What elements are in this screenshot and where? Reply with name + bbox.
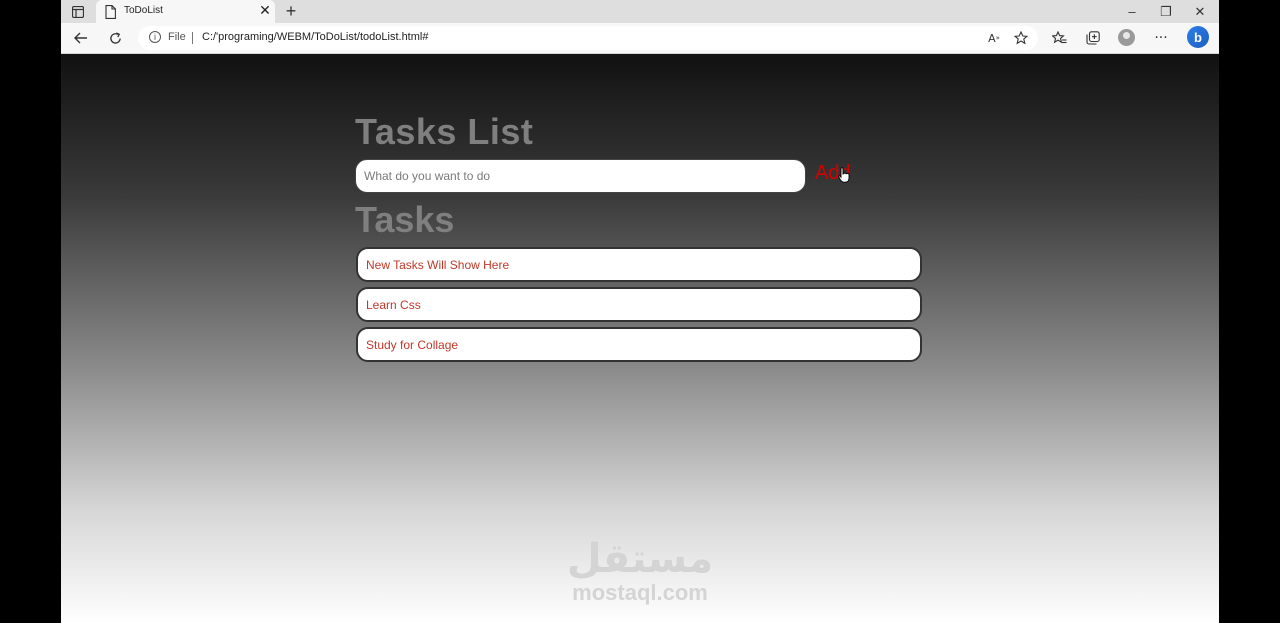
close-tab-icon[interactable]: ✕	[258, 3, 272, 19]
close-window-button[interactable]: ✕	[1183, 0, 1217, 23]
active-tab[interactable]: ToDoList ✕	[96, 0, 275, 23]
tasks-heading: Tasks	[355, 199, 455, 240]
hand-cursor-icon	[838, 167, 850, 183]
info-icon[interactable]: i	[149, 31, 161, 43]
watermark: مستقل mostaql.com	[61, 537, 1219, 605]
task-input[interactable]	[355, 159, 806, 193]
new-tab-button[interactable]: +	[281, 1, 301, 21]
browser-window: ToDoList ✕ + – ❐ ✕ i File C:/'programing…	[61, 0, 1219, 623]
back-arrow-icon[interactable]	[70, 27, 92, 49]
task-item[interactable]: Learn Css	[356, 287, 922, 322]
tab-strip: ToDoList ✕ + – ❐ ✕	[61, 0, 1219, 23]
task-item[interactable]: Study for Collage	[356, 327, 922, 362]
read-aloud-icon[interactable]: A»	[983, 27, 1005, 49]
task-list: New Tasks Will Show Here Learn Css Study…	[356, 247, 922, 367]
address-bar[interactable]: i File C:/'programing/WEBM/ToDoList/todo…	[138, 26, 1038, 50]
more-options-icon[interactable]: ···	[1150, 27, 1172, 49]
favorite-star-icon[interactable]	[1010, 27, 1032, 49]
file-label: File	[168, 31, 186, 43]
bing-chat-icon[interactable]: b	[1187, 26, 1209, 48]
minimize-button[interactable]: –	[1115, 0, 1149, 23]
page-content: Tasks List Add Tasks New Tasks Will Show…	[61, 54, 1219, 623]
browser-toolbar: i File C:/'programing/WEBM/ToDoList/todo…	[61, 23, 1219, 54]
profile-avatar-icon[interactable]	[1118, 29, 1135, 46]
url-text[interactable]: C:/'programing/WEBM/ToDoList/todoList.ht…	[202, 31, 428, 43]
page-title: Tasks List	[355, 111, 534, 152]
refresh-icon[interactable]	[104, 27, 126, 49]
task-item[interactable]: New Tasks Will Show Here	[356, 247, 922, 282]
collections-icon[interactable]	[1082, 27, 1104, 49]
page-icon	[105, 4, 117, 19]
tab-title: ToDoList	[124, 5, 163, 16]
watermark-arabic: مستقل	[566, 536, 714, 582]
address-separator	[192, 32, 193, 44]
watermark-latin: mostaql.com	[572, 580, 708, 605]
workspaces-icon[interactable]	[69, 3, 87, 20]
restore-button[interactable]: ❐	[1149, 0, 1183, 23]
favorites-icon[interactable]	[1048, 27, 1070, 49]
